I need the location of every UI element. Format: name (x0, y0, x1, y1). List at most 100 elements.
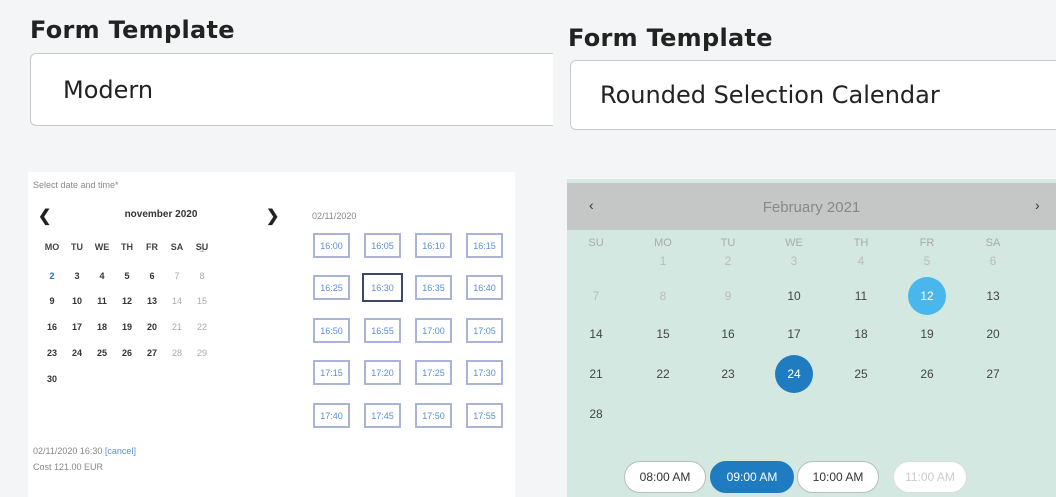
day-number: 5 (923, 254, 931, 268)
calendar-day[interactable]: 17 (66, 322, 88, 332)
time-slot-button[interactable]: 16:40 (466, 275, 503, 300)
calendar-day[interactable]: 11 (841, 276, 881, 316)
calendar-day[interactable]: 2 (41, 271, 63, 281)
day-number: 18 (854, 327, 868, 341)
time-slot-button[interactable]: 17:45 (364, 403, 401, 428)
calendar-day[interactable]: 8 (191, 271, 213, 281)
calendar-day[interactable]: 18 (841, 314, 881, 354)
time-slot-button[interactable]: 16:30 (362, 273, 403, 302)
day-number: 24 (775, 355, 813, 393)
time-slot-button[interactable]: 16:35 (415, 275, 452, 300)
calendar-day[interactable]: 10 (774, 276, 814, 316)
weekday-header: SU (588, 237, 604, 249)
day-number: 4 (857, 254, 865, 268)
calendar-day[interactable]: 9 (41, 296, 63, 306)
calendar-day[interactable]: 20 (973, 314, 1013, 354)
calendar-day[interactable]: 3 (774, 241, 814, 281)
calendar-day[interactable]: 27 (973, 354, 1013, 394)
calendar-day[interactable]: 13 (973, 276, 1013, 316)
time-slot-button[interactable]: 17:40 (313, 403, 350, 428)
calendar-day[interactable]: 26 (116, 348, 138, 358)
calendar-day[interactable]: 21 (576, 354, 616, 394)
calendar-day[interactable]: 15 (191, 296, 213, 306)
calendar-day[interactable]: 20 (141, 322, 163, 332)
time-slot-button[interactable]: 17:15 (313, 360, 350, 385)
calendar-day[interactable]: 4 (91, 271, 113, 281)
calendar-day[interactable]: 7 (166, 271, 188, 281)
calendar-day[interactable]: 22 (191, 322, 213, 332)
cancel-link[interactable]: [cancel] (105, 446, 136, 456)
day-number: 22 (656, 367, 670, 381)
next-month-icon[interactable]: ❯ (266, 206, 279, 226)
calendar-day[interactable]: 24 (66, 348, 88, 358)
calendar-day[interactable]: 11 (91, 296, 113, 306)
calendar-day[interactable]: 17 (774, 314, 814, 354)
time-slot-button[interactable]: 17:30 (466, 360, 503, 385)
form-template-select[interactable]: Modern (30, 53, 553, 126)
time-slot-button[interactable]: 17:20 (364, 360, 401, 385)
calendar-day[interactable]: 23 (41, 348, 63, 358)
calendar-day[interactable]: 13 (141, 296, 163, 306)
calendar-day[interactable]: 1 (191, 244, 213, 254)
day-number: 11 (854, 289, 868, 303)
time-slot-button[interactable]: 16:05 (364, 233, 401, 258)
time-option-button[interactable]: 10:00 AM (797, 461, 879, 493)
calendar-day[interactable]: 19 (907, 314, 947, 354)
calendar-day[interactable]: 8 (643, 276, 683, 316)
calendar-day[interactable]: 1 (643, 241, 683, 281)
form-template-value: Rounded Selection Calendar (600, 81, 940, 109)
calendar-day[interactable]: 16 (41, 322, 63, 332)
time-slot-button[interactable]: 16:25 (313, 275, 350, 300)
time-slot-button[interactable]: 16:50 (313, 318, 350, 343)
calendar-day[interactable]: 24 (774, 354, 814, 394)
calendar-day[interactable]: 2 (708, 241, 748, 281)
calendar-day[interactable]: 12 (907, 276, 947, 316)
calendar-day[interactable]: 25 (91, 348, 113, 358)
calendar-day[interactable]: 5 (907, 241, 947, 281)
calendar-day[interactable]: 14 (576, 314, 616, 354)
calendar-day[interactable]: 29 (191, 348, 213, 358)
calendar-header: ‹ February 2021 › (567, 183, 1056, 230)
time-slot-button[interactable]: 17:25 (415, 360, 452, 385)
time-slot-button[interactable]: 17:50 (415, 403, 452, 428)
calendar-day[interactable]: 9 (708, 276, 748, 316)
calendar-day[interactable]: 27 (141, 348, 163, 358)
time-slot-button[interactable]: 17:05 (466, 318, 503, 343)
calendar-day[interactable]: 15 (643, 314, 683, 354)
calendar-day[interactable]: 6 (141, 271, 163, 281)
time-option-button[interactable]: 08:00 AM (624, 461, 706, 493)
calendar-day[interactable]: 19 (116, 322, 138, 332)
form-template-value: Modern (63, 75, 154, 104)
prev-month-icon[interactable]: ❮ (38, 206, 51, 226)
calendar-day[interactable]: 28 (576, 394, 616, 434)
time-option-button[interactable]: 09:00 AM (710, 461, 794, 493)
calendar-day[interactable]: 6 (973, 241, 1013, 281)
time-slot-button[interactable]: 16:15 (466, 233, 503, 258)
time-slot-button[interactable]: 16:00 (313, 233, 350, 258)
next-month-icon[interactable]: › (1035, 197, 1040, 213)
calendar-day[interactable]: 23 (708, 354, 748, 394)
calendar-day[interactable]: 30 (41, 374, 63, 384)
calendar-day[interactable]: 5 (116, 271, 138, 281)
calendar-day[interactable]: 26 (907, 354, 947, 394)
calendar-day[interactable]: 14 (166, 296, 188, 306)
time-slot-button[interactable]: 16:10 (415, 233, 452, 258)
time-slot-button[interactable]: 17:00 (415, 318, 452, 343)
calendar-day[interactable]: 18 (91, 322, 113, 332)
form-template-select[interactable]: Rounded Selection Calendar (570, 60, 1056, 130)
calendar-day[interactable]: 22 (643, 354, 683, 394)
calendar-day[interactable]: 10 (66, 296, 88, 306)
calendar-day[interactable]: 7 (576, 276, 616, 316)
cost-text: Cost 121.00 EUR (33, 462, 104, 472)
calendar-day[interactable]: 21 (166, 322, 188, 332)
time-slot-button[interactable]: 17:55 (466, 403, 503, 428)
calendar-day[interactable]: 25 (841, 354, 881, 394)
calendar-day[interactable]: 16 (708, 314, 748, 354)
calendar-day[interactable]: 28 (166, 348, 188, 358)
time-slot-button[interactable]: 16:55 (364, 318, 401, 343)
calendar-day[interactable]: 12 (116, 296, 138, 306)
weekday-header: TU (71, 242, 83, 252)
selection-text: 02/11/2020 16:30 (33, 446, 103, 456)
calendar-day[interactable]: 3 (66, 271, 88, 281)
calendar-day[interactable]: 4 (841, 241, 881, 281)
